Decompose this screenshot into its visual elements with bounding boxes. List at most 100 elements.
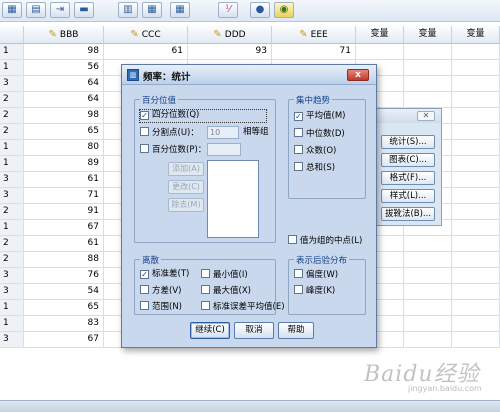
statistics-button[interactable]: 统计(S)... bbox=[381, 135, 435, 149]
row-number-cell[interactable]: 2 bbox=[0, 108, 24, 124]
cell-empty[interactable] bbox=[404, 44, 452, 60]
cell-empty[interactable] bbox=[404, 316, 452, 332]
cell-empty[interactable] bbox=[404, 60, 452, 76]
cell-empty[interactable] bbox=[404, 76, 452, 92]
cell-bbb[interactable]: 76 bbox=[24, 268, 104, 284]
cell-empty[interactable] bbox=[404, 252, 452, 268]
cell-empty[interactable] bbox=[404, 284, 452, 300]
close-button[interactable]: x bbox=[347, 69, 369, 81]
cell-empty[interactable] bbox=[452, 300, 500, 316]
undo-icon[interactable]: ▬ bbox=[74, 2, 94, 18]
cell-bbb[interactable]: 71 bbox=[24, 188, 104, 204]
cancel-button[interactable]: 取消 bbox=[234, 322, 274, 339]
sum-checkbox[interactable]: 总和(S) bbox=[294, 162, 335, 174]
cell-empty[interactable] bbox=[356, 44, 404, 60]
row-number-cell[interactable]: 1 bbox=[0, 44, 24, 60]
continue-button[interactable]: 继续(C) bbox=[190, 322, 230, 339]
grid-icon[interactable]: ▦ bbox=[2, 2, 22, 18]
row-number-cell[interactable]: 2 bbox=[0, 252, 24, 268]
charts-button[interactable]: 图表(C)... bbox=[381, 153, 435, 167]
column-header-ccc[interactable]: ✎ CCC bbox=[104, 26, 188, 44]
add-button[interactable]: 添加(A) bbox=[168, 162, 204, 176]
row-number-cell[interactable]: 3 bbox=[0, 284, 24, 300]
mean-checkbox[interactable]: ✓ 平均值(M) bbox=[294, 111, 345, 123]
median-checkbox[interactable]: 中位数(D) bbox=[294, 128, 345, 140]
minimum-checkbox[interactable]: 最小值(I) bbox=[201, 269, 248, 281]
cell-empty[interactable] bbox=[452, 60, 500, 76]
cell-bbb[interactable]: 56 bbox=[24, 60, 104, 76]
cell-empty[interactable] bbox=[404, 268, 452, 284]
std-deviation-checkbox[interactable]: ✓ 标准差(T) bbox=[140, 269, 189, 281]
cell-bbb[interactable]: 67 bbox=[24, 332, 104, 348]
cell-empty[interactable] bbox=[452, 156, 500, 172]
circle-icon[interactable]: ● bbox=[250, 2, 270, 18]
cell-empty[interactable] bbox=[452, 92, 500, 108]
kurtosis-checkbox[interactable]: 峰度(K) bbox=[294, 285, 335, 297]
spell-check-icon[interactable]: ▦ bbox=[170, 2, 190, 18]
cell-empty[interactable] bbox=[452, 236, 500, 252]
help-button[interactable]: 帮助 bbox=[278, 322, 314, 339]
cell-bbb[interactable]: 80 bbox=[24, 140, 104, 156]
cell-bbb[interactable]: 54 bbox=[24, 284, 104, 300]
cell-empty[interactable] bbox=[452, 140, 500, 156]
column-header-empty[interactable]: 变量 bbox=[356, 26, 404, 44]
cell-bbb[interactable]: 89 bbox=[24, 156, 104, 172]
column-header-empty[interactable]: 变量 bbox=[404, 26, 452, 44]
cell-empty[interactable] bbox=[452, 76, 500, 92]
variance-checkbox[interactable]: 方差(V) bbox=[140, 285, 181, 297]
cell-bbb[interactable]: 64 bbox=[24, 92, 104, 108]
percentiles-input[interactable] bbox=[207, 143, 241, 156]
close-icon[interactable]: ✕ bbox=[417, 111, 435, 121]
row-number-cell[interactable]: 3 bbox=[0, 332, 24, 348]
row-number-cell[interactable]: 2 bbox=[0, 204, 24, 220]
row-number-cell[interactable]: 1 bbox=[0, 60, 24, 76]
cell-empty[interactable] bbox=[404, 236, 452, 252]
cell-bbb[interactable]: 67 bbox=[24, 220, 104, 236]
target-icon[interactable]: ◉ bbox=[274, 2, 294, 18]
row-number-cell[interactable]: 1 bbox=[0, 220, 24, 236]
cell-empty[interactable] bbox=[452, 316, 500, 332]
range-checkbox[interactable]: 范围(N) bbox=[140, 301, 182, 313]
column-header-bbb[interactable]: ✎ BBB bbox=[24, 26, 104, 44]
cell-empty[interactable] bbox=[452, 252, 500, 268]
row-number-cell[interactable]: 3 bbox=[0, 172, 24, 188]
cell-bbb[interactable]: 83 bbox=[24, 316, 104, 332]
row-number-cell[interactable]: 1 bbox=[0, 156, 24, 172]
cell-bbb[interactable]: 61 bbox=[24, 236, 104, 252]
row-number-cell[interactable]: 1 bbox=[0, 316, 24, 332]
column-header-eee[interactable]: ✎ EEE bbox=[272, 26, 356, 44]
percentiles-checkbox[interactable]: 百分位数(P)： bbox=[140, 144, 206, 156]
sem-checkbox[interactable]: 标准误差平均值(E) bbox=[201, 301, 285, 313]
chart-icon[interactable]: ¹⁄ bbox=[218, 2, 238, 18]
row-number-cell[interactable]: 2 bbox=[0, 124, 24, 140]
bootstrap-button[interactable]: 拔靴法(B)... bbox=[381, 207, 435, 221]
midpoint-checkbox[interactable]: 值为组的中点(L) bbox=[288, 235, 362, 247]
cell-empty[interactable] bbox=[404, 300, 452, 316]
cell-bbb[interactable]: 61 bbox=[24, 172, 104, 188]
cell-empty[interactable] bbox=[452, 108, 500, 124]
quartiles-checkbox[interactable]: ✓ 四分位数(Q) bbox=[139, 109, 267, 123]
cell-ddd[interactable]: 93 bbox=[188, 44, 272, 60]
cell-empty[interactable] bbox=[452, 220, 500, 236]
cell-empty[interactable] bbox=[404, 92, 452, 108]
split-table-icon[interactable]: ▤ bbox=[26, 2, 46, 18]
cell-empty[interactable] bbox=[452, 172, 500, 188]
skewness-checkbox[interactable]: 偏度(W) bbox=[294, 269, 338, 281]
cell-empty[interactable] bbox=[452, 124, 500, 140]
style-button[interactable]: 样式(L)... bbox=[381, 189, 435, 203]
cell-empty[interactable] bbox=[452, 204, 500, 220]
remove-button[interactable]: 除去(M) bbox=[168, 198, 204, 212]
row-number-cell[interactable]: 3 bbox=[0, 188, 24, 204]
cut-points-checkbox[interactable]: 分割点(U)： bbox=[140, 127, 199, 139]
percentiles-listbox[interactable] bbox=[207, 160, 259, 238]
row-number-cell[interactable]: 2 bbox=[0, 92, 24, 108]
select-cases-icon[interactable]: ⇥ bbox=[50, 2, 70, 18]
row-number-cell[interactable]: 1 bbox=[0, 140, 24, 156]
column-header-empty[interactable]: 变量 bbox=[452, 26, 500, 44]
cell-empty[interactable] bbox=[452, 188, 500, 204]
cell-bbb[interactable]: 65 bbox=[24, 300, 104, 316]
cell-bbb[interactable]: 88 bbox=[24, 252, 104, 268]
cell-eee[interactable]: 71 bbox=[272, 44, 356, 60]
cell-bbb[interactable]: 65 bbox=[24, 124, 104, 140]
mode-checkbox[interactable]: 众数(O) bbox=[294, 145, 336, 157]
